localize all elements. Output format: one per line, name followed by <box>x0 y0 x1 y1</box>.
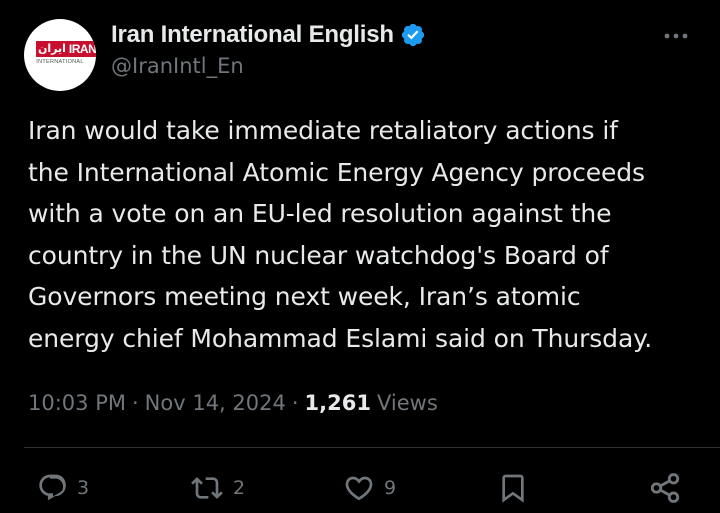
share-button[interactable] <box>648 470 682 506</box>
tweet-text-line: Governors meeting next week, Iran’s atom… <box>28 282 581 311</box>
logo-sub-text: INTERNATIONAL <box>36 59 84 65</box>
views-label[interactable]: Views <box>377 391 438 415</box>
share-icon <box>648 471 682 505</box>
meta-separator: · <box>291 391 299 415</box>
repost-icon <box>189 472 225 504</box>
logo-script-text: ایران <box>36 41 68 57</box>
reply-icon <box>37 472 69 504</box>
more-options-icon[interactable] <box>660 22 692 50</box>
avatar[interactable]: ایران IRAN INTERNATIONAL <box>24 19 96 91</box>
bookmark-icon <box>497 472 529 504</box>
repost-count: 2 <box>233 477 246 499</box>
tweet-text-line: country in the UN nuclear watchdog's Boa… <box>28 240 609 270</box>
like-count: 9 <box>384 477 397 499</box>
views-count[interactable]: 1,261 <box>305 391 371 415</box>
tweet-text: Iran would take immediate retaliatory ac… <box>28 110 700 359</box>
tweet-date[interactable]: Nov 14, 2024 <box>145 391 286 415</box>
tweet-text-line: with a vote on an EU-led resolution agai… <box>28 199 612 228</box>
tweet-text-line: energy chief Mohammad Eslami said on Thu… <box>28 323 653 353</box>
verified-badge-icon[interactable] <box>400 22 426 48</box>
logo-main-text: IRAN <box>67 41 96 57</box>
author-handle[interactable]: @IranIntl_En <box>111 54 244 78</box>
repost-button[interactable]: 2 <box>189 470 245 506</box>
display-name[interactable]: Iran International English <box>111 21 394 49</box>
like-button[interactable]: 9 <box>342 470 396 506</box>
tweet: ایران IRAN INTERNATIONAL Iran Internatio… <box>0 0 720 513</box>
author-name-row: Iran International English <box>111 20 426 50</box>
divider <box>24 447 720 448</box>
tweet-text-line: the International Atomic Energy Agency p… <box>28 157 645 187</box>
brand-logo: ایران IRAN <box>36 41 96 57</box>
meta-separator: · <box>131 391 139 415</box>
like-icon <box>342 472 376 504</box>
tweet-meta: 10:03 PM · Nov 14, 2024 · 1,261 Views <box>28 387 438 419</box>
reply-count: 3 <box>77 477 90 499</box>
reply-button[interactable]: 3 <box>37 470 89 506</box>
tweet-text-line: Iran would take immediate retaliatory ac… <box>28 116 618 145</box>
bookmark-button[interactable] <box>497 470 529 506</box>
tweet-time[interactable]: 10:03 PM <box>28 391 126 415</box>
